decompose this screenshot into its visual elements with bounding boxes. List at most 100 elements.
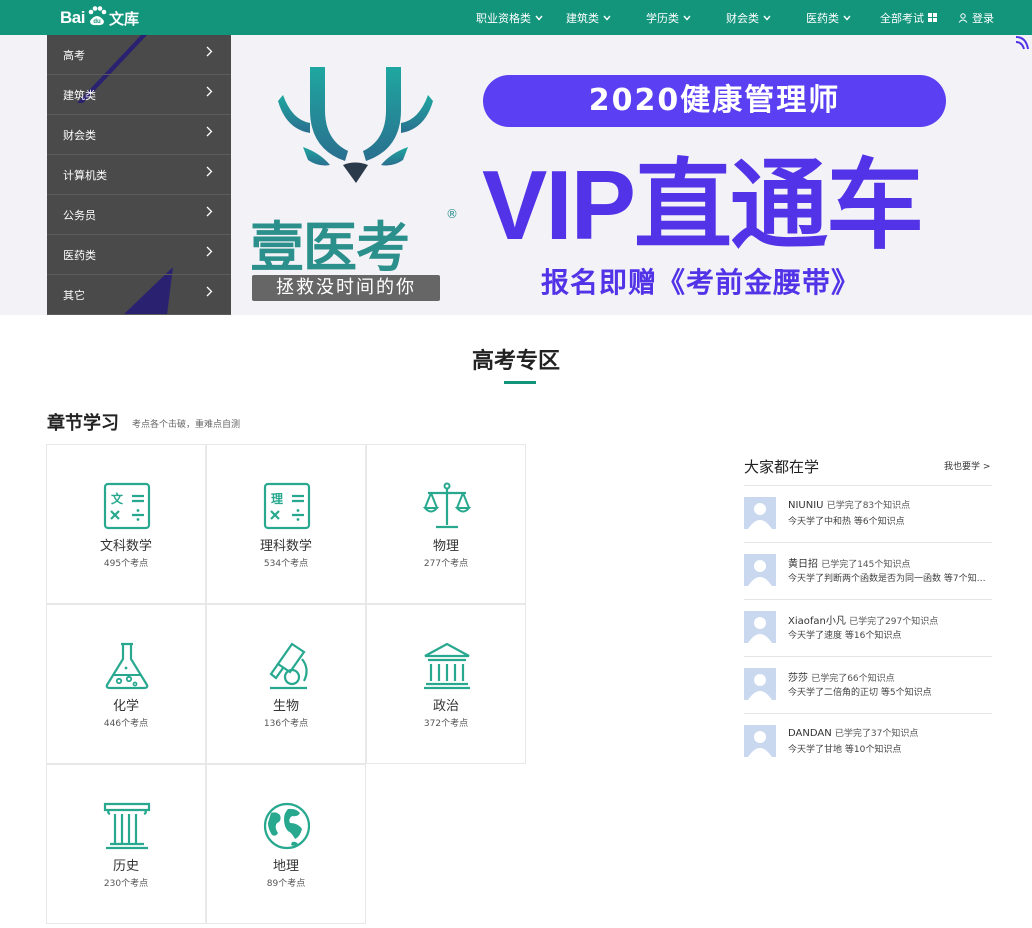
chevron-right-icon [206,86,213,97]
subject-count: 89个考点 [266,879,306,889]
login-label: 登录 [972,11,994,25]
microscope-icon [269,642,308,690]
side-item-medicine[interactable]: 医药类 [47,235,231,275]
side-item-accounting[interactable]: 财会类 [47,115,231,155]
brand-name: 壹医考 [250,216,410,279]
learner-name: NIUNIU [788,500,824,511]
subject-name: 物理 [432,539,459,554]
learner-name: 莎莎 [788,673,808,684]
chevron-right-icon [206,246,213,257]
learner-item[interactable]: NIUNIU 已学完了83个知识点 今天学了中和热 等6个知识点 [744,497,992,554]
chevron-right-icon [206,206,213,217]
grid-icon [928,13,937,22]
subject-count: 495个考点 [103,559,149,569]
subject-name: 化学 [112,699,139,714]
nav-item-medicine[interactable]: 医药类 [806,10,880,26]
user-icon [958,12,968,23]
join-learning-link[interactable]: 我也要学 > [944,459,990,472]
divider [744,599,992,600]
side-item-label: 财会类 [63,128,96,142]
banner-headline: VIP直通车 [482,150,924,260]
learner-progress: 已学完了66个知识点 [811,674,895,684]
divider [744,485,992,486]
subject-count: 230个考点 [103,879,149,889]
building-icon [424,642,470,690]
chevron-right-icon [206,46,213,57]
chevron-down-icon [535,15,543,21]
chevron-down-icon [843,15,851,21]
subject-count: 277个考点 [423,559,469,569]
subject-card-geography[interactable]: 地理 89个考点 [206,764,366,924]
subject-card-physics[interactable]: 物理 277个考点 [366,444,526,604]
chevron-right-icon [206,126,213,137]
subject-card-math-arts[interactable]: 文 文科数学 495个考点 [46,444,206,604]
svg-text:文: 文 [111,491,124,506]
subject-card-math-science[interactable]: 理 理科数学 534个考点 [206,444,366,604]
nav-item-professional[interactable]: 职业资格类 [476,10,566,26]
nav-item-construction[interactable]: 建筑类 [566,10,646,26]
side-item-label: 其它 [63,288,85,302]
side-item-gaokao[interactable]: 高考 [47,35,231,75]
section-title: 高考专区 [471,349,560,374]
svg-text:理: 理 [271,492,283,506]
side-item-construction[interactable]: 建筑类 [47,75,231,115]
math-science-icon: 理 [263,482,311,530]
avatar [744,554,776,586]
subject-name: 地理 [272,859,299,874]
subject-name: 历史 [112,859,139,874]
nav-label: 医药类 [806,11,839,25]
subject-card-biology[interactable]: 生物 136个考点 [206,604,366,764]
section-title-underline [504,381,536,384]
side-item-label: 计算机类 [63,168,107,182]
subject-card-politics[interactable]: 政治 372个考点 [366,604,526,764]
chevron-down-icon [683,15,691,21]
nav-label: 财会类 [726,11,759,25]
learners-panel-title: 大家都在学 [744,458,820,476]
divider [744,656,992,657]
side-item-civil-servant[interactable]: 公务员 [47,195,231,235]
chevron-down-icon [763,15,771,21]
subject-card-history[interactable]: 历史 230个考点 [46,764,206,924]
banner-gift-text: 报名即赠《考前金腰带》 [541,266,861,299]
chevron-right-icon [206,166,213,177]
subject-count: 372个考点 [423,719,469,729]
main-nav: 职业资格类 建筑类 学历类 财会类 医药类 全部考试 登录 [476,0,1000,35]
nav-item-accounting[interactable]: 财会类 [726,10,806,26]
chapter-title: 章节学习 [47,413,119,434]
side-item-computer[interactable]: 计算机类 [47,155,231,195]
learner-item[interactable]: 莎莎 已学完了66个知识点 今天学了二倍角的正切 等5个知识点 [744,668,992,725]
side-item-other[interactable]: 其它 [47,275,231,315]
learner-progress: 已学完了37个知识点 [834,729,919,739]
subject-count: 446个考点 [103,719,149,729]
subject-count: 136个考点 [263,719,309,729]
subject-count: 534个考点 [263,559,309,569]
baidu-wenku-logo[interactable]: Bai du 文库 [60,5,139,31]
signal-decoration-icon [1015,36,1029,50]
brand-slogan: 拯救没时间的你 [252,275,440,301]
learner-item[interactable]: 黄日招 已学完了145个知识点 今天学了判断两个函数是否为同一函数 等7个知识点 [744,554,992,611]
nav-item-all-exams[interactable]: 全部考试 [880,10,958,26]
flask-icon [105,642,149,690]
learner-progress: 已学完了83个知识点 [826,501,911,511]
learner-item[interactable]: Xiaofan小凡 已学完了297个知识点 今天学了速度 等16个知识点 [744,611,992,668]
nav-item-education[interactable]: 学历类 [646,10,726,26]
learner-item[interactable]: DANDAN 已学完了37个知识点 今天学了甘地 等10个知识点 [744,725,992,782]
category-side-menu: 高考 建筑类 财会类 计算机类 公务员 医药类 其它 [47,35,231,315]
subject-name: 文科数学 [99,539,152,554]
subject-card-chemistry[interactable]: 化学 446个考点 [46,604,206,764]
divider [744,542,992,543]
avatar [744,725,776,757]
svg-text:du: du [93,19,101,25]
learner-today: 今天学了二倍角的正切 等5个知识点 [788,688,932,698]
learner-today: 今天学了判断两个函数是否为同一函数 等7个知识点 [788,574,992,584]
learner-name: Xiaofan小凡 [788,616,846,627]
column-icon [103,802,151,850]
nav-label: 学历类 [646,11,679,25]
scale-icon [422,482,472,529]
login-link[interactable]: 登录 [958,10,1000,26]
learner-today: 今天学了甘地 等10个知识点 [788,745,902,755]
learner-today: 今天学了速度 等16个知识点 [788,631,902,641]
logo-text-bai: Bai [60,8,85,27]
learner-name: 黄日招 [788,559,818,570]
avatar [744,611,776,643]
